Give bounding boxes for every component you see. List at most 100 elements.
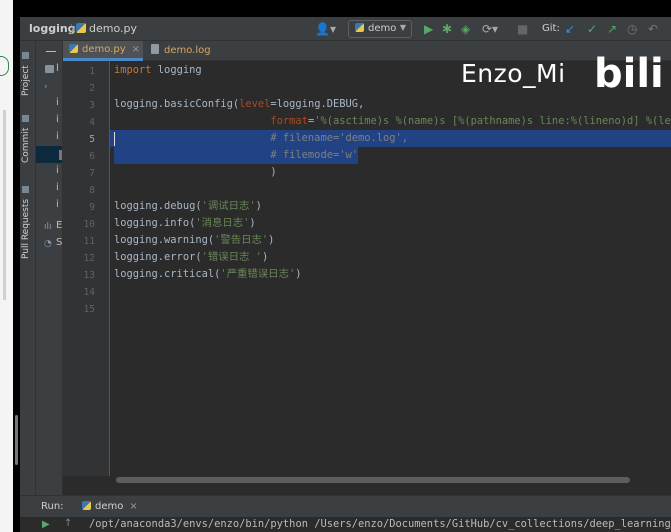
tree-row-label: i bbox=[56, 131, 59, 142]
tool-tab-project-label: Project bbox=[21, 65, 31, 96]
tree-row[interactable]: i bbox=[36, 180, 62, 197]
tree-row[interactable]: i bbox=[36, 163, 62, 180]
tree-row-label: i bbox=[56, 199, 59, 210]
git-push-icon[interactable]: ↗ bbox=[607, 22, 617, 36]
line-number: 11 bbox=[83, 236, 95, 247]
param-token: format bbox=[270, 115, 308, 127]
tree-row-label: i bbox=[56, 114, 59, 125]
code-line-7[interactable]: ) bbox=[114, 164, 276, 181]
watermark-text: Enzo_Mi bbox=[461, 59, 566, 88]
run-config-label: demo bbox=[368, 23, 397, 34]
chevron-right-icon: › bbox=[44, 82, 48, 92]
tree-row[interactable]: l bbox=[36, 61, 62, 78]
code-line-9[interactable]: logging.debug('调试日志') bbox=[114, 198, 262, 215]
tree-row[interactable]: i bbox=[36, 197, 62, 214]
tool-tab-commit-label: Commit bbox=[21, 127, 31, 163]
code-line-6[interactable]: # filemode='w' bbox=[114, 147, 358, 164]
tool-tab-project[interactable]: Project bbox=[21, 46, 31, 96]
coverage-icon[interactable]: ◈ bbox=[461, 22, 470, 36]
run-icon[interactable]: ▶ bbox=[424, 22, 433, 36]
tab-demo-py[interactable]: demo.py × bbox=[63, 41, 143, 61]
tool-window-strip: Project Commit Pull Requests bbox=[20, 41, 36, 532]
run-panel-label: Run: bbox=[41, 501, 64, 512]
ide-window: logging 〉 demo.py 👤▾ demo ▼ ▶ ✱ ◈ ⟳▾ ■ G… bbox=[20, 17, 671, 532]
pull-request-icon bbox=[22, 186, 30, 194]
tree-row[interactable]: i bbox=[36, 112, 62, 129]
tree-row-label: E bbox=[56, 220, 63, 231]
rerun-icon[interactable]: ▶ bbox=[42, 519, 50, 530]
horizontal-scrollbar[interactable] bbox=[110, 476, 671, 485]
string-token: '错误日志 ' bbox=[201, 251, 262, 263]
git-history-icon[interactable]: ◷ bbox=[627, 22, 637, 36]
tree-row[interactable]: ılı E bbox=[36, 218, 63, 235]
git-update-icon[interactable]: ↙ bbox=[565, 22, 575, 36]
string-token: '调试日志' bbox=[201, 200, 256, 212]
string-token: '警告日志' bbox=[214, 234, 269, 246]
scrollbar-thumb[interactable] bbox=[116, 477, 630, 483]
background-window-scrollbar bbox=[3, 110, 6, 300]
run-configuration-select[interactable]: demo ▼ bbox=[348, 20, 412, 38]
commit-icon bbox=[22, 114, 30, 122]
run-tab-demo[interactable]: demo × bbox=[77, 498, 141, 516]
arrow-up-icon[interactable]: ↑ bbox=[64, 518, 72, 529]
code-line-4[interactable]: format='%(asctime)s %(name)s [%(pathname… bbox=[114, 113, 671, 130]
profile-icon[interactable]: ⟳▾ bbox=[482, 22, 498, 36]
run-tab-label: demo bbox=[95, 501, 124, 512]
code-token: logging.warning( bbox=[114, 234, 215, 246]
line-number-gutter: 1 2 3 4 5 6 7 8 9 10 11 12 13 14 15 bbox=[63, 61, 110, 476]
line-number: 4 bbox=[89, 117, 95, 128]
tree-row-label: S bbox=[56, 237, 63, 248]
line-number: 10 bbox=[83, 219, 95, 230]
git-label: Git: bbox=[542, 23, 560, 34]
breadcrumb-project[interactable]: logging bbox=[29, 22, 76, 35]
collapse-icon[interactable] bbox=[46, 51, 56, 52]
code-token: ) bbox=[295, 268, 302, 280]
debug-icon[interactable]: ✱ bbox=[442, 22, 452, 36]
string-token: '%(asctime)s %(name)s [%(pathname)s line… bbox=[314, 115, 671, 127]
tree-row-selected[interactable] bbox=[36, 146, 62, 163]
code-token: ) bbox=[255, 200, 262, 212]
run-console[interactable]: ▶ ↑ /opt/anaconda3/envs/enzo/bin/python … bbox=[20, 517, 671, 532]
code-line-12[interactable]: logging.error('错误日志 ') bbox=[114, 249, 268, 266]
navigation-toolbar: logging 〉 demo.py 👤▾ demo ▼ ▶ ✱ ◈ ⟳▾ ■ G… bbox=[20, 17, 671, 41]
line-number: 2 bbox=[89, 83, 95, 94]
background-window-element bbox=[0, 56, 9, 76]
background-scroll-thumb[interactable] bbox=[15, 415, 18, 465]
user-icon[interactable]: 👤▾ bbox=[315, 22, 336, 36]
tree-row[interactable]: i bbox=[36, 129, 62, 146]
line-number-current: 5 bbox=[89, 134, 95, 145]
tree-row-label: l bbox=[56, 63, 59, 74]
code-line-3[interactable]: logging.basicConfig(level=logging.DEBUG, bbox=[114, 96, 364, 113]
bilibili-logo-text: bili bbox=[594, 51, 664, 97]
code-token: ) bbox=[261, 251, 269, 263]
line-number: 3 bbox=[89, 100, 95, 111]
breadcrumb-file[interactable]: demo.py bbox=[76, 22, 137, 35]
code-editor[interactable]: import logging logging.basicConfig(level… bbox=[110, 61, 671, 476]
code-line-5[interactable]: # filename='demo.log', bbox=[114, 130, 408, 147]
python-file-icon bbox=[69, 44, 78, 53]
tab-demo-log[interactable]: demo.log bbox=[145, 41, 215, 61]
code-line-11[interactable]: logging.warning('警告日志') bbox=[114, 232, 274, 249]
param-token: level bbox=[239, 98, 271, 110]
tool-tab-pull-requests[interactable]: Pull Requests bbox=[21, 169, 31, 259]
code-line-10[interactable]: logging.info('消息日志') bbox=[114, 215, 256, 232]
stop-icon[interactable]: ■ bbox=[517, 22, 528, 36]
folder-icon bbox=[22, 52, 30, 60]
close-icon[interactable]: × bbox=[129, 501, 137, 512]
git-rollback-icon[interactable]: ↶ bbox=[648, 22, 658, 36]
code-token: ) bbox=[249, 217, 256, 229]
code-line-13[interactable]: logging.critical('严重错误日志') bbox=[114, 266, 301, 283]
tool-tab-commit[interactable]: Commit bbox=[21, 107, 31, 163]
code-line-1[interactable]: import logging bbox=[114, 62, 202, 79]
close-icon[interactable]: × bbox=[132, 44, 140, 55]
tree-row[interactable]: i bbox=[36, 95, 62, 112]
folder-icon bbox=[45, 65, 54, 73]
tree-row[interactable]: › bbox=[36, 78, 62, 95]
window-gap bbox=[13, 0, 20, 532]
scratches-icon: ◔ bbox=[44, 239, 52, 249]
chevron-down-icon: ▼ bbox=[399, 23, 406, 32]
git-commit-icon[interactable]: ✓ bbox=[587, 22, 597, 36]
tree-row-label: i bbox=[56, 182, 59, 193]
tree-row[interactable]: ◔ S bbox=[36, 235, 63, 252]
keyword-token: import bbox=[114, 64, 152, 76]
